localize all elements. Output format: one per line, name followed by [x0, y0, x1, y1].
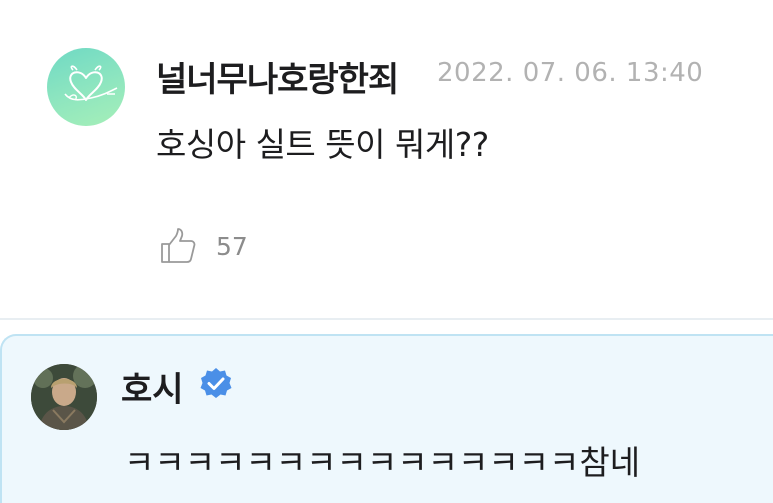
comment-timestamp: 2022. 07. 06. 13:40	[437, 58, 704, 88]
reply-message: ㅋㅋㅋㅋㅋㅋㅋㅋㅋㅋㅋㅋㅋㅋㅋ참네	[124, 443, 641, 482]
artist-avatar[interactable]	[31, 364, 97, 430]
artist-name[interactable]: 호시	[121, 362, 184, 411]
heart-doodle-icon	[64, 65, 118, 101]
like-button[interactable]: 57	[158, 224, 248, 268]
comment-message: 호싱아 실트 뜻이 뭐게??	[156, 125, 489, 164]
thumbs-up-icon	[161, 228, 196, 263]
divider	[0, 318, 773, 320]
comment-post: 널너무나호랑한죄 2022. 07. 06. 13:40 호싱아 실트 뜻이 뭐…	[0, 0, 773, 318]
profile-photo-icon	[31, 364, 97, 430]
comment-author[interactable]: 널너무나호랑한죄	[156, 52, 399, 101]
like-count: 57	[216, 231, 248, 261]
user-avatar[interactable]	[47, 48, 125, 126]
artist-reply: 호시 ㅋㅋㅋㅋㅋㅋㅋㅋㅋㅋㅋㅋㅋㅋㅋ참네	[0, 334, 773, 503]
verified-badge-icon	[200, 368, 232, 398]
